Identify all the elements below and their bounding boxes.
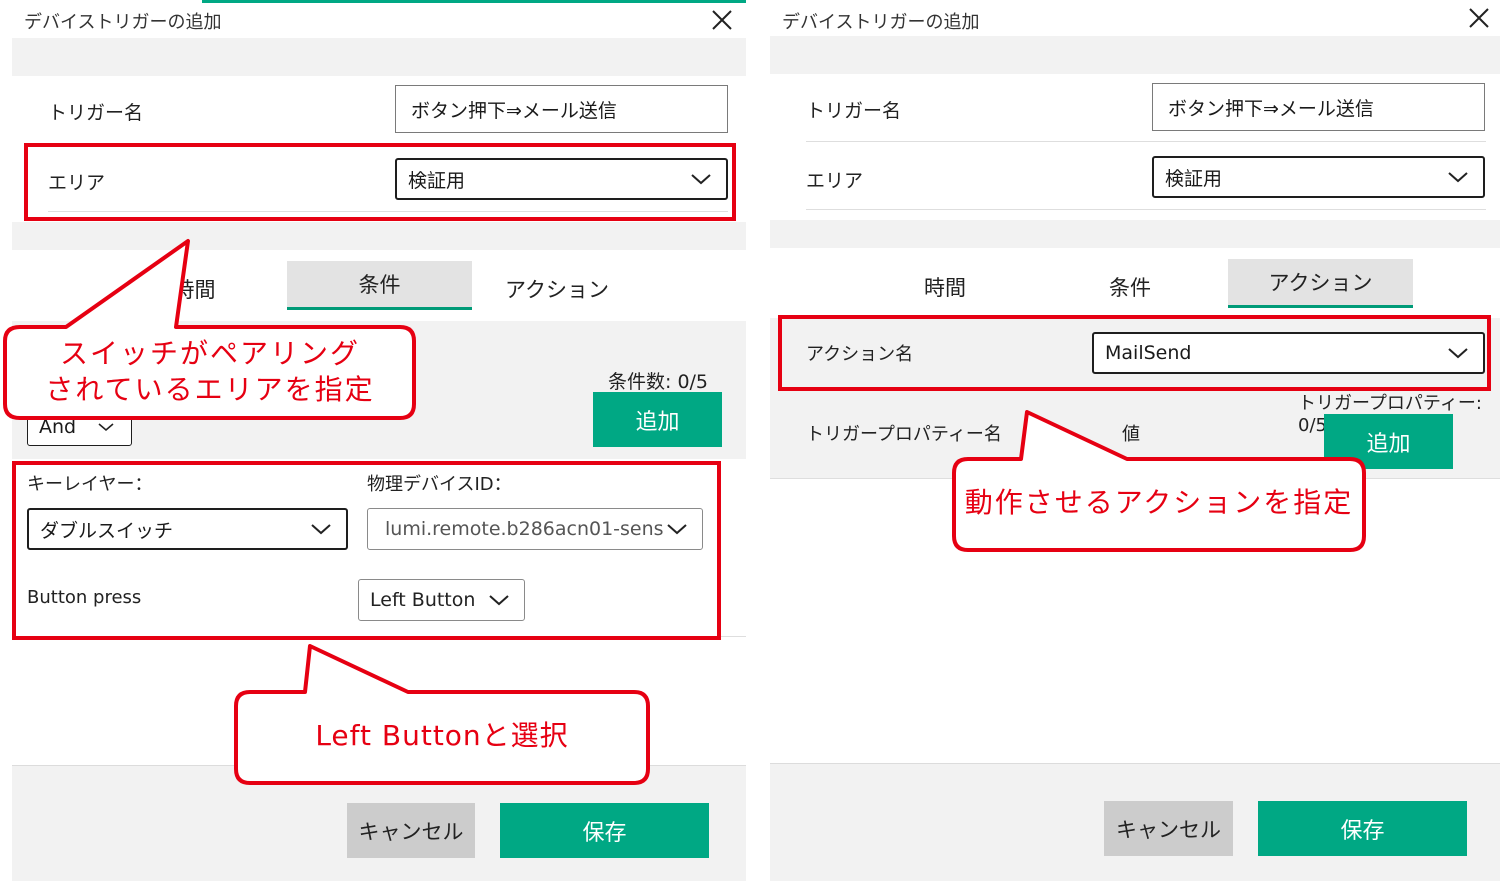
left-button-callout-bubble (234, 644, 650, 785)
chevron-down-icon (1448, 172, 1468, 183)
save-button[interactable]: 保存 (1258, 801, 1467, 856)
section-band (770, 220, 1500, 248)
dialog-title: デバイストリガーの追加 (24, 12, 222, 33)
area-select-value: 検証用 (1165, 167, 1223, 190)
condition-count: 条件数: 0/5 (608, 371, 709, 393)
trigger-name-label: トリガー名 (806, 100, 902, 122)
trigger-name-input[interactable]: ボタン押下⇒メール送信 (1152, 83, 1485, 131)
action-callout-text: 動作させるアクションを指定 (964, 486, 1354, 519)
row-divider (806, 141, 1486, 142)
header-band (770, 36, 1500, 74)
cancel-button[interactable]: キャンセル (347, 803, 475, 858)
action-callout-bubble (952, 410, 1366, 552)
tab-action[interactable]: アクション (1228, 259, 1413, 308)
action-name-highlight-box (778, 315, 1491, 391)
header-band (12, 38, 746, 76)
area-callout-line2: されているエリアを指定 (45, 373, 375, 406)
tab-time[interactable]: 時間 (870, 264, 1020, 310)
tab-action[interactable]: アクション (482, 266, 632, 312)
key-layer-highlight-box (12, 461, 721, 640)
trigger-name-input[interactable]: ボタン押下⇒メール送信 (395, 85, 728, 133)
area-callout-line1: スイッチがペアリング (59, 337, 360, 370)
row-divider (806, 209, 1486, 210)
area-highlight-box (24, 143, 736, 221)
area-select[interactable]: 検証用 (1152, 156, 1485, 198)
add-condition-button[interactable]: 追加 (593, 392, 722, 447)
save-button[interactable]: 保存 (500, 803, 709, 858)
left-button-callout-text: Left Buttonと選択 (315, 719, 569, 752)
dialog-title: デバイストリガーの追加 (782, 12, 980, 33)
dialog-accent-line (202, 0, 746, 3)
cancel-button[interactable]: キャンセル (1104, 801, 1233, 856)
trigger-name-label: トリガー名 (48, 102, 144, 124)
tab-condition[interactable]: 条件 (1055, 264, 1205, 310)
close-icon[interactable] (1468, 7, 1490, 29)
close-icon[interactable] (711, 9, 733, 31)
area-label: エリア (806, 170, 864, 192)
